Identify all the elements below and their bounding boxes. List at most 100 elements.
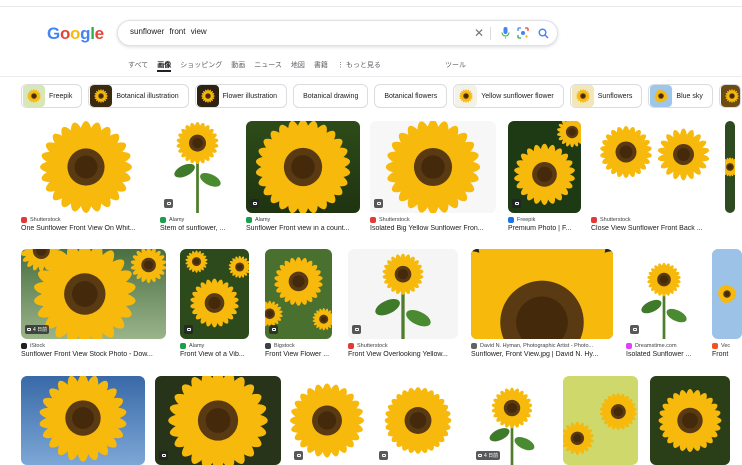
result-title[interactable]: Sunflower, Front View.jpg | David N. Hy.… <box>471 351 613 358</box>
result-source[interactable]: Shutterstock <box>348 343 458 349</box>
site-favicon-icon <box>591 217 597 223</box>
result-thumbnail[interactable] <box>180 249 249 339</box>
result-source[interactable]: Shutterstock <box>370 217 496 223</box>
result-thumbnail[interactable]: 4 日前 <box>21 249 166 339</box>
result-thumbnail[interactable] <box>650 376 730 465</box>
result-source[interactable]: David N. Hyman, Photographic Artist - Ph… <box>471 343 613 349</box>
image-result[interactable]: 4 日前 <box>472 376 552 465</box>
camera-lens-icon[interactable] <box>516 26 530 40</box>
result-source[interactable]: Freepik <box>508 217 581 223</box>
result-source[interactable]: Alamy <box>180 343 249 349</box>
result-source[interactable]: Shutterstock <box>591 217 716 223</box>
image-result[interactable]: Alamy Sunflower Front view in a count... <box>246 121 360 232</box>
related-chip[interactable]: Botanical illustration <box>88 84 189 108</box>
image-result[interactable]: 4 日前 iStock Sunflower Front View Stock Pho… <box>21 249 166 358</box>
result-title[interactable]: Front View Overlooking Yellow... <box>348 351 458 358</box>
image-result[interactable]: Shutterstock Close View Sunflower Front B… <box>591 121 716 232</box>
result-source[interactable]: Alamy <box>160 217 235 223</box>
tab-item[interactable]: 画像 <box>157 60 172 72</box>
image-result[interactable]: Shutterstock One Sunflower Front View On … <box>21 121 151 232</box>
image-result[interactable]: Bigstock Front View Flower ... <box>265 249 332 358</box>
google-logo[interactable]: Google <box>47 24 104 44</box>
result-thumbnail[interactable] <box>370 121 496 213</box>
result-thumbnail[interactable] <box>591 121 716 213</box>
image-result[interactable]: Alamy Stem of sunflower, ... <box>160 121 235 232</box>
source-name: Alamy <box>255 217 271 223</box>
source-name: Dreamstime.com <box>635 343 677 349</box>
result-thumbnail[interactable] <box>155 376 281 465</box>
microphone-icon[interactable] <box>498 26 512 40</box>
search-input[interactable]: sunflower front view <box>130 27 207 36</box>
source-name: Freepik <box>517 217 536 223</box>
image-result[interactable]: Dreamstime.com Isolated Sunflower ... <box>626 249 702 358</box>
tab-item[interactable]: ⋮ もっと見る <box>337 60 381 72</box>
logo-letter: g <box>80 24 91 43</box>
related-chip[interactable]: Flower illustration <box>194 84 288 108</box>
result-title[interactable]: Close View Sunflower Front Back ... <box>591 225 716 232</box>
result-title[interactable]: Stem of sunflower, ... <box>160 225 235 232</box>
related-chip[interactable]: Freepik <box>21 84 83 108</box>
result-thumbnail[interactable] <box>21 121 151 213</box>
tab-item[interactable]: すべて <box>128 60 148 72</box>
image-result[interactable] <box>375 376 461 465</box>
image-result[interactable]: Freepik Premium Photo | F... <box>508 121 581 232</box>
result-title[interactable]: Front View Flower ... <box>265 351 332 358</box>
related-chip[interactable]: Yellow sunflower flower <box>453 84 564 108</box>
result-title[interactable]: Front View of a Vib... <box>180 351 249 358</box>
tab-item[interactable]: ショッピング <box>180 60 222 72</box>
related-chip[interactable]: Blue sky <box>648 84 713 108</box>
tab-item[interactable]: 動画 <box>231 60 245 72</box>
result-title[interactable]: Front <box>712 351 742 358</box>
result-title[interactable]: Isolated Sunflower ... <box>626 351 702 358</box>
tab-item[interactable]: 地図 <box>291 60 305 72</box>
search-icon[interactable] <box>536 26 550 40</box>
result-title[interactable]: Sunflower Front view in a count... <box>246 225 360 232</box>
image-result[interactable] <box>290 376 364 465</box>
result-thumbnail[interactable] <box>348 249 458 339</box>
source-name: Shutterstock <box>30 217 61 223</box>
result-source[interactable]: Shutterstock <box>21 217 151 223</box>
result-thumbnail[interactable]: 4 日前 <box>472 376 552 465</box>
result-source[interactable]: Bigstock <box>265 343 332 349</box>
result-source[interactable]: Alamy <box>246 217 360 223</box>
image-result[interactable] <box>650 376 730 465</box>
search-box[interactable]: sunflower front view ✕ <box>117 20 558 46</box>
related-chip[interactable]: Sunflowers <box>569 84 643 108</box>
result-source[interactable]: iStock <box>21 343 166 349</box>
tab-item[interactable]: 書籍 <box>314 60 328 72</box>
result-thumbnail[interactable] <box>265 249 332 339</box>
result-thumbnail[interactable] <box>21 376 145 465</box>
result-thumbnail[interactable] <box>626 249 702 339</box>
result-source[interactable]: Dreamstime.com <box>626 343 702 349</box>
result-thumbnail[interactable] <box>290 376 364 465</box>
image-result[interactable]: Vec Front <box>712 249 742 358</box>
image-result[interactable]: Alamy Front View of a Vib... <box>180 249 249 358</box>
image-result[interactable]: Shutterstock Front View Overlooking Yello… <box>348 249 458 358</box>
result-thumbnail[interactable] <box>375 376 461 465</box>
related-chip[interactable]: Botanical drawing <box>293 84 369 108</box>
tab-item[interactable]: ニュース <box>254 60 282 72</box>
result-source[interactable]: Vec <box>712 343 742 349</box>
image-result[interactable]: David N. Hyman, Photographic Artist - Ph… <box>471 249 613 358</box>
result-thumbnail[interactable] <box>160 121 235 213</box>
result-thumbnail[interactable] <box>508 121 581 213</box>
chip-thumbnail <box>90 85 113 107</box>
result-thumbnail[interactable] <box>712 249 742 339</box>
result-title[interactable]: Sunflower Front View Stock Photo - Dow..… <box>21 351 166 358</box>
related-chip[interactable]: Botanical flowers <box>374 84 448 108</box>
result-thumbnail[interactable] <box>725 121 735 213</box>
image-result[interactable] <box>155 376 281 465</box>
tools-button[interactable]: ツール <box>445 60 466 70</box>
related-chip[interactable] <box>718 84 741 108</box>
result-thumbnail[interactable] <box>563 376 638 465</box>
result-title[interactable]: Premium Photo | F... <box>508 225 581 232</box>
result-thumbnail[interactable] <box>246 121 360 213</box>
result-thumbnail[interactable] <box>471 249 613 339</box>
image-result[interactable] <box>21 376 145 465</box>
result-title[interactable]: Isolated Big Yellow Sunflower Fron... <box>370 225 496 232</box>
image-result[interactable] <box>725 121 735 213</box>
result-title[interactable]: One Sunflower Front View On Whit... <box>21 225 151 232</box>
image-result[interactable] <box>563 376 638 465</box>
image-result[interactable]: Shutterstock Isolated Big Yellow Sunflowe… <box>370 121 496 232</box>
clear-icon[interactable]: ✕ <box>472 26 486 40</box>
